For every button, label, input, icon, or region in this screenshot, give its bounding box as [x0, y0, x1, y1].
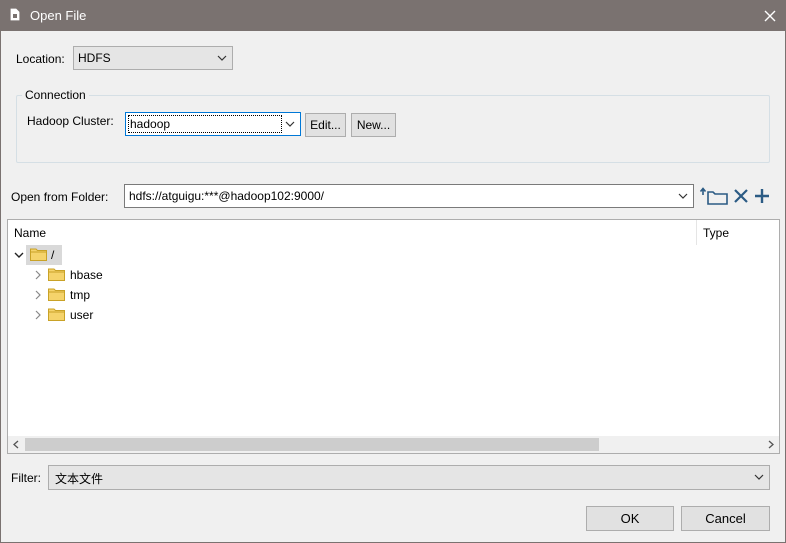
folder-icon: [48, 268, 65, 281]
folder-icon: [30, 248, 47, 261]
delete-icon[interactable]: [733, 188, 749, 204]
filter-select[interactable]: 文本文件: [48, 465, 770, 490]
close-icon[interactable]: [760, 6, 780, 26]
window-title: Open File: [30, 8, 87, 23]
tree-item-label: user: [70, 308, 94, 322]
chevron-down-icon: [754, 474, 764, 480]
chevron-down-icon[interactable]: [14, 250, 24, 260]
folder-path-input[interactable]: hdfs://atguigu:***@hadoop102:9000/: [124, 184, 694, 208]
chevron-down-icon: [678, 193, 688, 199]
tree-row-hbase[interactable]: hbase: [8, 265, 208, 285]
chevron-down-icon: [285, 121, 295, 127]
open-from-folder-label: Open from Folder:: [11, 190, 109, 204]
tree-item-label: tmp: [70, 288, 91, 302]
filter-value: 文本文件: [55, 472, 104, 486]
edit-button[interactable]: Edit...: [305, 113, 346, 137]
tree-item-label: hbase: [70, 268, 103, 282]
chevron-down-icon: [217, 55, 227, 61]
title-bar[interactable]: Open File: [0, 0, 786, 31]
connection-legend: Connection: [22, 88, 89, 102]
column-header-type[interactable]: Type: [697, 220, 779, 245]
chevron-right-icon[interactable]: [33, 310, 43, 320]
hadoop-cluster-select[interactable]: hadoop: [125, 112, 301, 136]
add-icon[interactable]: [754, 188, 770, 204]
chevron-right-icon[interactable]: [767, 440, 775, 449]
location-value: HDFS: [78, 51, 111, 65]
cancel-button[interactable]: Cancel: [681, 506, 770, 531]
ok-button[interactable]: OK: [586, 506, 674, 531]
chevron-left-icon[interactable]: [12, 440, 20, 449]
tree-row-tmp[interactable]: tmp: [8, 285, 208, 305]
tree-row-user[interactable]: user: [8, 305, 208, 325]
hadoop-cluster-label: Hadoop Cluster:: [27, 114, 114, 128]
filter-label: Filter:: [11, 471, 41, 485]
folder-icon: [48, 288, 65, 301]
scrollbar-thumb[interactable]: [25, 438, 599, 451]
location-label: Location:: [16, 52, 65, 66]
column-header-name[interactable]: Name: [8, 220, 697, 245]
folder-icon: [48, 308, 65, 321]
location-select[interactable]: HDFS: [73, 46, 233, 70]
tree-row-root[interactable]: /: [8, 245, 208, 265]
hadoop-cluster-value: hadoop: [130, 117, 171, 131]
chevron-right-icon[interactable]: [33, 290, 43, 300]
tree-item-label: /: [51, 248, 55, 262]
folder-path-value: hdfs://atguigu:***@hadoop102:9000/: [129, 189, 325, 203]
chevron-right-icon[interactable]: [33, 270, 43, 280]
horizontal-scrollbar[interactable]: [8, 436, 779, 453]
file-tree[interactable]: Name Type / hbase tmp user: [7, 219, 780, 454]
folder-up-icon[interactable]: [699, 186, 729, 206]
document-icon: [10, 8, 20, 21]
new-button[interactable]: New...: [351, 113, 396, 137]
